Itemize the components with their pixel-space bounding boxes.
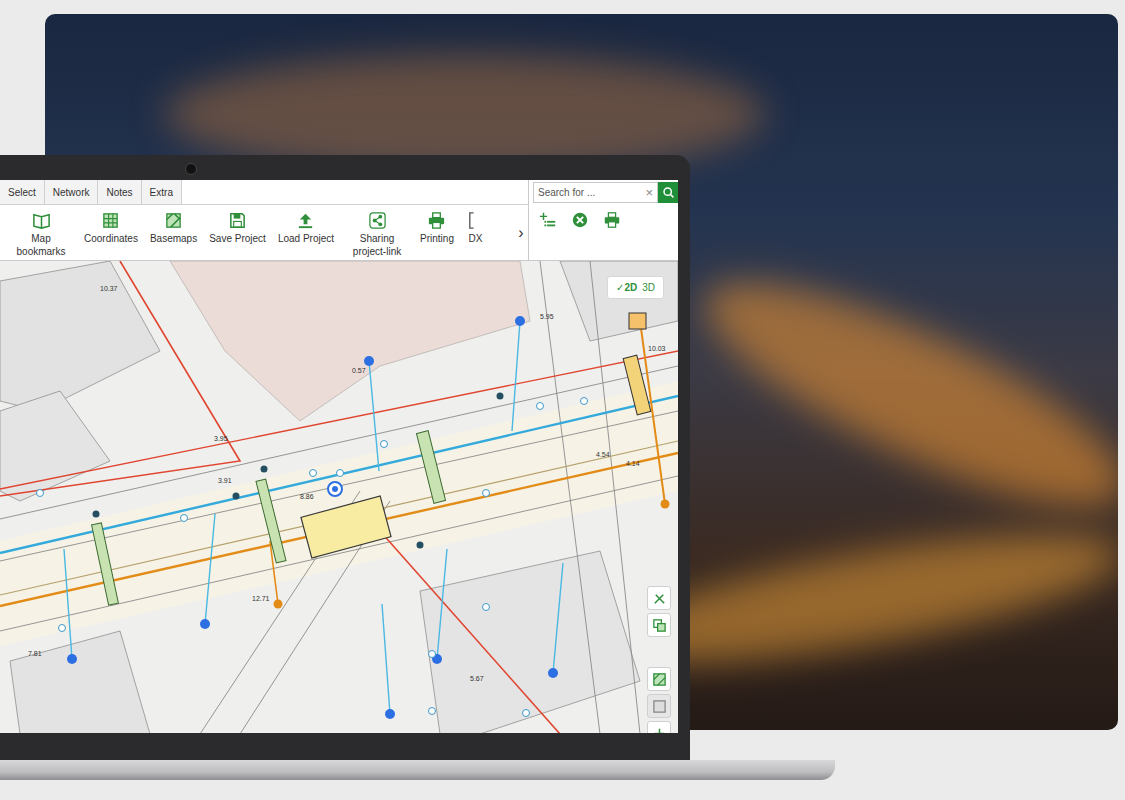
measure-label: 12.71 — [252, 595, 270, 602]
laptop-bezel: SelectNetworkNotesExtra Map bookmarks Co… — [0, 155, 690, 760]
tab[interactable]: Extra — [141, 180, 182, 205]
clear-circle-icon[interactable] — [571, 211, 589, 229]
search-panel: Search for ... × — [529, 180, 678, 260]
magnifier-icon — [662, 186, 675, 199]
pen-slash-icon — [652, 591, 667, 606]
camera-icon — [185, 163, 197, 175]
measure-label: 3.95 — [214, 435, 228, 442]
measure-label: 3.91 — [218, 477, 232, 484]
scroll-right-button[interactable]: › — [514, 205, 528, 260]
tab-bar-fill — [182, 180, 528, 205]
map-control-button[interactable] — [647, 586, 671, 610]
layers-icon — [652, 618, 667, 633]
top-bar: SelectNetworkNotesExtra Map bookmarks Co… — [0, 180, 678, 261]
grid-icon — [652, 699, 667, 714]
save-icon — [228, 211, 247, 230]
map-control-button[interactable] — [647, 667, 671, 691]
measure-label: 5.67 — [470, 675, 484, 682]
measure-label: 8.86 — [300, 493, 314, 500]
clear-button[interactable]: × — [645, 185, 653, 200]
share-icon — [368, 211, 387, 230]
book-icon — [32, 211, 51, 230]
app-screen: SelectNetworkNotesExtra Map bookmarks Co… — [0, 180, 678, 733]
basemap-icon — [652, 672, 667, 687]
tool-button[interactable]: Sharing project-link — [346, 211, 408, 260]
light-glow — [681, 242, 1118, 545]
upload-icon — [296, 211, 315, 230]
tool-button[interactable]: Coordinates — [84, 211, 138, 260]
tool-button[interactable]: Load Project — [278, 211, 334, 260]
map-view[interactable]: 10.37 0.57 3.95 8.86 12.71 7.81 4.14 4.54 10.03 5… — [0, 261, 678, 733]
measure-label: 5.95 — [540, 313, 554, 320]
tab[interactable]: Notes — [97, 180, 141, 205]
measure-label: 7.81 — [28, 650, 42, 657]
map-controls — [647, 586, 671, 733]
printer-icon[interactable] — [603, 211, 621, 229]
search-tools — [529, 205, 678, 229]
measure-label: 10.37 — [100, 285, 118, 292]
view-toggle[interactable]: ✓2D 3D — [607, 276, 664, 299]
view-option[interactable]: ✓2D — [616, 282, 637, 293]
laptop-base — [0, 760, 835, 780]
layers-icon — [164, 211, 183, 230]
tool-list: Map bookmarks Coordinates Basemaps Save … — [0, 205, 514, 260]
print-icon — [427, 211, 446, 230]
map-control-button[interactable] — [647, 721, 671, 733]
bracket-icon — [466, 211, 485, 230]
search-row: Search for ... × — [529, 180, 678, 205]
ribbon: SelectNetworkNotesExtra Map bookmarks Co… — [0, 180, 529, 260]
toolbar: Map bookmarks Coordinates Basemaps Save … — [0, 205, 528, 260]
tool-button[interactable]: Save Project — [209, 211, 266, 260]
measure-label: 4.14 — [626, 460, 640, 467]
laptop: SelectNetworkNotesExtra Map bookmarks Co… — [0, 155, 835, 780]
zoom-icon — [652, 726, 667, 734]
map-control-button[interactable] — [647, 694, 671, 718]
search-button[interactable] — [658, 182, 678, 203]
page: SelectNetworkNotesExtra Map bookmarks Co… — [0, 0, 1125, 800]
tool-button[interactable]: Map bookmarks — [10, 211, 72, 260]
tool-button[interactable]: Printing — [420, 211, 454, 260]
view-option[interactable]: 3D — [642, 282, 655, 293]
tab-bar: SelectNetworkNotesExtra — [0, 180, 528, 205]
search-field[interactable]: Search for ... × — [533, 182, 658, 203]
grid-icon — [101, 211, 120, 230]
measure-label: 4.54 — [596, 451, 610, 458]
tool-button[interactable]: Basemaps — [150, 211, 197, 260]
map-control-button[interactable] — [647, 613, 671, 637]
measure-label: 10.03 — [648, 345, 666, 352]
measure-label: 0.57 — [352, 367, 366, 374]
tab[interactable]: Select — [0, 180, 45, 205]
tool-button[interactable]: DX — [466, 211, 485, 260]
add-point-icon[interactable] — [539, 211, 557, 229]
tab[interactable]: Network — [44, 180, 99, 205]
utility-map[interactable]: 10.37 0.57 3.95 8.86 12.71 7.81 4.14 4.54 10.03 5… — [0, 261, 678, 733]
